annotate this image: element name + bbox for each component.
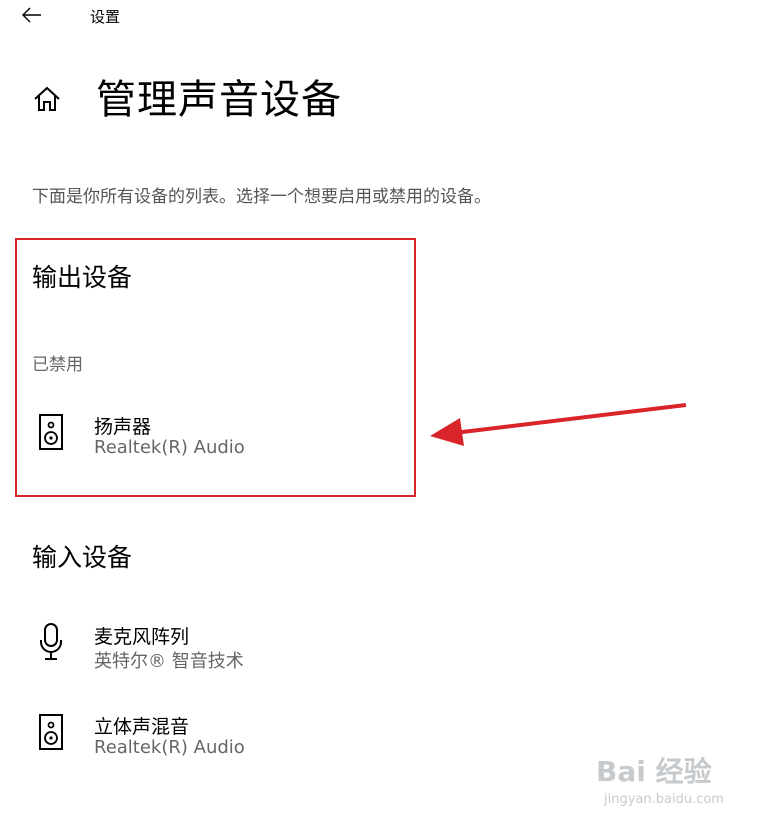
home-icon <box>33 86 61 116</box>
device-driver: 英特尔® 智音技术 <box>94 651 244 672</box>
input-devices-heading: 输入设备 <box>32 543 133 572</box>
annotation-arrow <box>420 392 692 456</box>
watermark-logo-text: Bai 经验 <box>596 755 712 788</box>
device-name: 立体声混音 <box>94 716 190 738</box>
page-title: 管理声音设备 <box>96 77 342 123</box>
output-devices-heading: 输出设备 <box>32 263 133 292</box>
device-name: 扬声器 <box>94 416 152 438</box>
back-arrow-icon <box>22 7 42 27</box>
device-item-stereo-mix[interactable]: 立体声混音 Realtek(R) Audio <box>37 712 377 764</box>
baidu-jingyan-watermark: Bai 经验 jingyan.baidu.com <box>596 740 774 816</box>
device-driver: Realtek(R) Audio <box>94 437 245 458</box>
device-item-microphone-array[interactable]: 麦克风阵列 英特尔® 智音技术 <box>37 622 377 674</box>
home-button[interactable] <box>28 82 66 120</box>
microphone-icon <box>37 622 65 662</box>
watermark-url: jingyan.baidu.com <box>604 792 724 807</box>
device-item-speaker[interactable]: 扬声器 Realtek(R) Audio <box>37 412 377 464</box>
device-name: 麦克风阵列 <box>94 626 190 648</box>
device-driver: Realtek(R) Audio <box>94 737 245 758</box>
speaker-icon <box>37 412 65 452</box>
window-title: 设置 <box>90 8 121 26</box>
disabled-status-label: 已禁用 <box>32 355 83 375</box>
page-description: 下面是你所有设备的列表。选择一个想要启用或禁用的设备。 <box>32 187 491 207</box>
speaker-icon <box>37 712 65 752</box>
back-button[interactable] <box>14 2 50 32</box>
